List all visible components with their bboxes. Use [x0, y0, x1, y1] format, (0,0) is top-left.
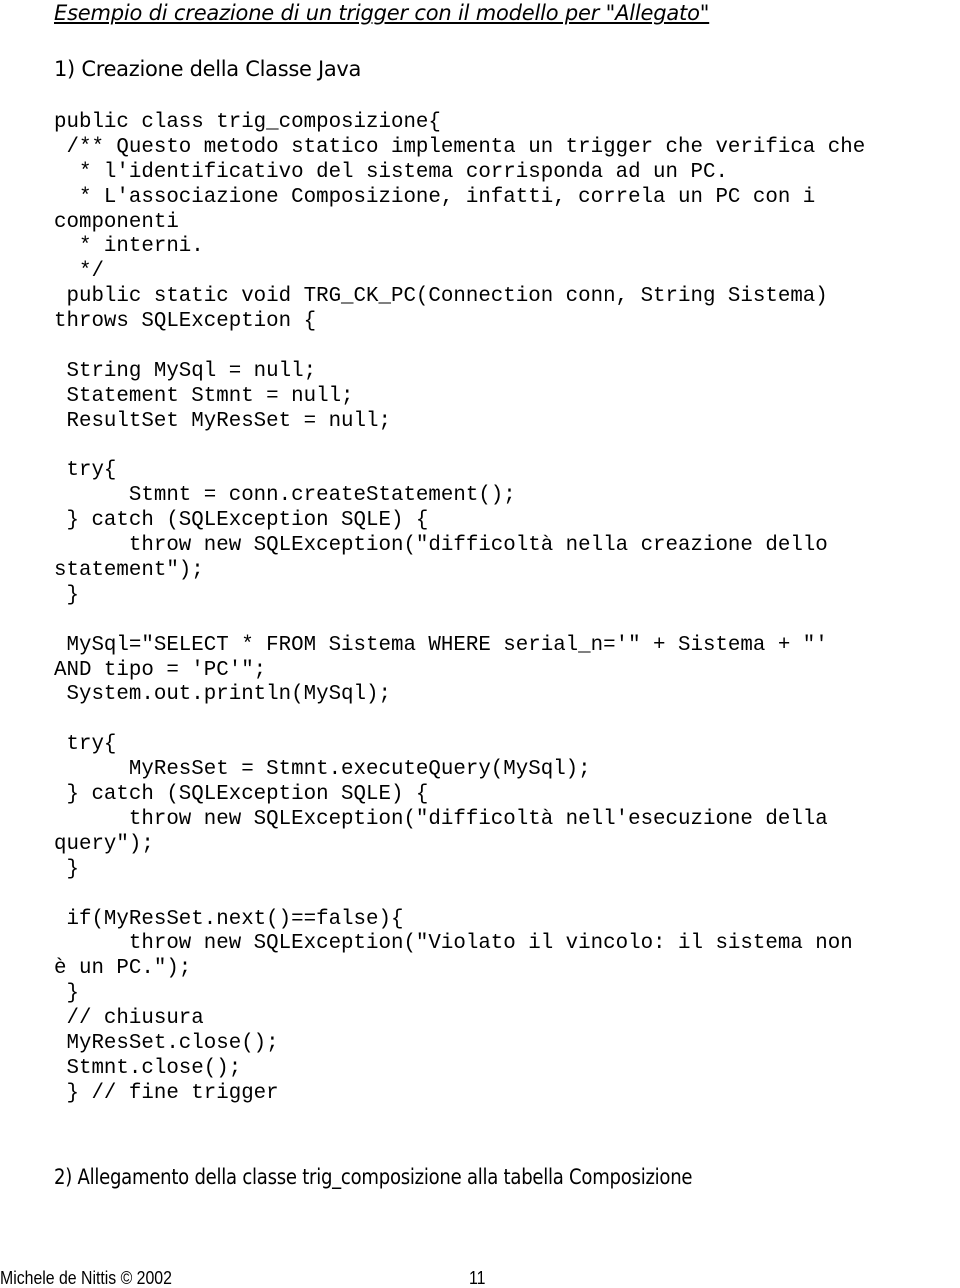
code-line: MyResSet.close(); [54, 1031, 279, 1055]
document-title: Esempio di creazione di un trigger con i… [54, 1, 710, 25]
code-line: Statement Stmnt = null; [54, 384, 354, 408]
code-line: /** Questo metodo statico implementa un … [54, 135, 866, 159]
code-line: * L'associazione Composizione, infatti, … [54, 185, 816, 209]
code-line: if(MyResSet.next()==false){ [54, 907, 404, 931]
code-line: * l'identificativo del sistema corrispon… [54, 160, 728, 184]
code-line: * interni. [54, 235, 204, 259]
code-line: Stmnt = conn.createStatement(); [54, 484, 516, 508]
code-line: MyResSet = Stmnt.executeQuery(MySql); [54, 758, 591, 782]
code-line: */ [54, 260, 104, 284]
code-line: MySql="SELECT * FROM Sistema WHERE seria… [54, 633, 828, 657]
code-line: throw new SQLException("difficoltà nella… [54, 534, 828, 558]
section-2-heading: 2) Allegamento della classe trig_composi… [54, 1165, 693, 1189]
code-line: statement"); [54, 559, 204, 583]
code-line: // chiusura [54, 1007, 204, 1031]
footer-page-number: 11 [469, 1268, 486, 1288]
code-line: throws SQLException { [54, 310, 317, 334]
code-line: try{ [54, 459, 117, 483]
code-line: } [54, 857, 79, 881]
code-line: Stmnt.close(); [54, 1056, 242, 1080]
code-line: } [54, 583, 79, 607]
code-line: try{ [54, 733, 117, 757]
code-listing: public class trig_composizione{ /** Ques… [54, 111, 960, 1107]
footer-author: Michele de Nittis © 2002 [0, 1268, 172, 1288]
code-line: ResultSet MyResSet = null; [54, 409, 391, 433]
code-line: } catch (SQLException SQLE) { [54, 509, 429, 533]
code-line: } // fine trigger [54, 1081, 279, 1105]
code-line: String MySql = null; [54, 359, 317, 383]
section-1-heading: 1) Creazione della Classe Java [54, 57, 362, 81]
code-line: } [54, 982, 79, 1006]
code-line: throw new SQLException("difficoltà nell'… [54, 807, 828, 831]
code-line: è un PC."); [54, 957, 192, 981]
code-line: } catch (SQLException SQLE) { [54, 783, 429, 807]
code-line: query"); [54, 832, 154, 856]
code-line: System.out.println(MySql); [54, 683, 391, 707]
code-line: public static void TRG_CK_PC(Connection … [54, 285, 828, 309]
code-line: componenti [54, 210, 179, 234]
code-line: AND tipo = 'PC'"; [54, 658, 267, 682]
code-line: public class trig_composizione{ [54, 111, 441, 134]
code-line: throw new SQLException("Violato il vinco… [54, 932, 853, 956]
